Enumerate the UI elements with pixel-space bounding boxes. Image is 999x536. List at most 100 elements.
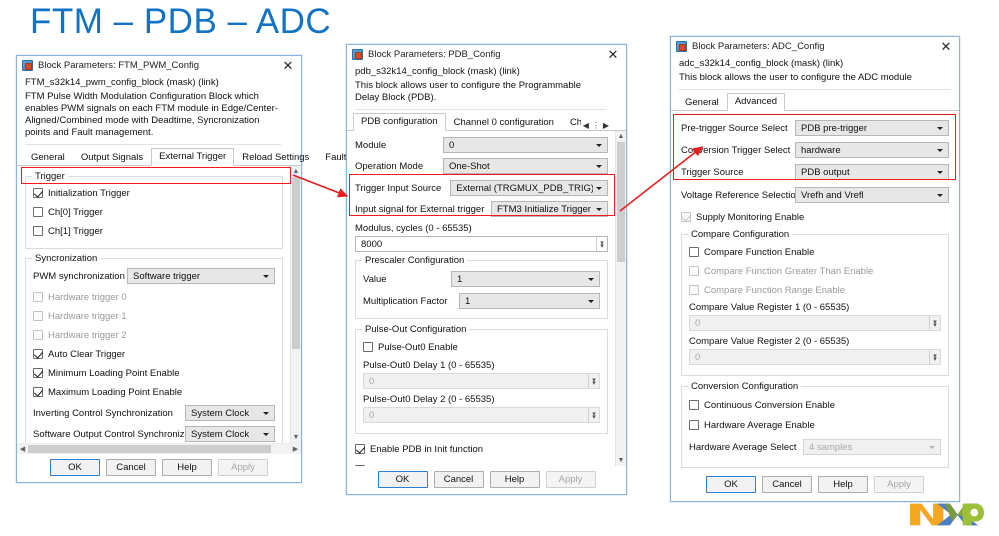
tab-scroll-right-icon[interactable]: ▶ <box>602 121 610 130</box>
tab-output-signals[interactable]: Output Signals <box>73 149 151 166</box>
compare-value-register-2-input[interactable]: 0 ▾ ▾ <box>689 349 941 365</box>
pwm-synchronization-select[interactable]: Software trigger <box>127 268 275 284</box>
checkbox-show-advanced-options[interactable]: Show Advanced Options <box>355 462 608 466</box>
field-label: Trigger Input Source <box>355 182 442 194</box>
checkbox-ch1-trigger[interactable]: Ch[1] Trigger <box>33 223 275 239</box>
checkbox-hardware-trigger-0[interactable]: Hardware trigger 0 <box>33 289 275 305</box>
hardware-average-select[interactable]: 4 samples <box>803 439 941 455</box>
checkbox-icon[interactable] <box>33 226 43 236</box>
pulse-out0-delay2-input[interactable]: 0 ▾ ▾ <box>363 407 600 423</box>
checkbox-label: Hardware trigger 0 <box>48 291 127 303</box>
scroll-thumb[interactable] <box>292 177 300 349</box>
cancel-button[interactable]: Cancel <box>433 471 484 488</box>
checkbox-icon[interactable] <box>689 420 699 430</box>
pulse-out0-delay1-input[interactable]: 0 ▾ ▾ <box>363 373 600 389</box>
field-compare-value-register-1: 0 ▾ ▾ <box>689 315 941 331</box>
checkbox-icon[interactable] <box>33 188 43 198</box>
checkbox-minimum-loading-point-enable[interactable]: Minimum Loading Point Enable <box>33 365 275 381</box>
checkbox-icon[interactable] <box>33 349 43 359</box>
scroll-left-icon[interactable]: ◀ <box>17 444 28 454</box>
scroll-down-icon[interactable]: ▼ <box>291 432 301 443</box>
conversion-group-label: Conversion Configuration <box>688 381 802 392</box>
scroll-down-icon[interactable]: ▼ <box>616 455 626 466</box>
compare-value-register-1-input[interactable]: 0 ▾ ▾ <box>689 315 941 331</box>
modulus-input[interactable]: 8000 ▾ ▾ <box>355 236 608 252</box>
checkbox-hardware-trigger-2[interactable]: Hardware trigger 2 <box>33 327 275 343</box>
multiplication-factor-select[interactable]: 1 <box>459 293 600 309</box>
tab-channel-0-configuration[interactable]: Channel 0 configuration <box>446 114 562 131</box>
scroll-track[interactable] <box>28 444 290 454</box>
scroll-track[interactable] <box>291 177 301 432</box>
tab-general[interactable]: General <box>23 149 73 166</box>
ok-button[interactable]: OK <box>377 471 428 488</box>
ftm-horizontal-scrollbar[interactable]: ◀ ▶ <box>17 443 301 454</box>
help-button[interactable]: Help <box>489 471 540 488</box>
checkbox-enable-pdb-in-init-function[interactable]: Enable PDB in Init function <box>355 441 608 457</box>
pre-trigger-source-select[interactable]: PDB pre-trigger <box>795 120 949 136</box>
trigger-source-select[interactable]: PDB output <box>795 164 949 180</box>
checkbox-hardware-trigger-1[interactable]: Hardware trigger 1 <box>33 308 275 324</box>
checkbox-compare-function-range-enable[interactable]: Compare Function Range Enable <box>689 282 941 298</box>
software-output-control-synchronization-select[interactable]: System Clock <box>185 426 275 442</box>
trigger-input-source-select[interactable]: External (TRGMUX_PDB_TRIG) <box>450 180 608 196</box>
module-select[interactable]: 0 <box>443 137 608 153</box>
checkbox-auto-clear-trigger[interactable]: Auto Clear Trigger <box>33 346 275 362</box>
scroll-thumb[interactable] <box>28 445 271 453</box>
cancel-button[interactable]: Cancel <box>106 459 156 476</box>
tab-general[interactable]: General <box>677 94 727 111</box>
checkbox-initialization-trigger[interactable]: Initialization Trigger <box>33 185 275 201</box>
scroll-track[interactable] <box>616 142 626 455</box>
checkbox-supply-monitoring-enable[interactable]: Supply Monitoring Enable <box>681 209 949 225</box>
scroll-thumb[interactable] <box>617 142 625 262</box>
checkbox-icon[interactable] <box>355 444 365 454</box>
ok-button[interactable]: OK <box>706 476 756 493</box>
checkbox-icon[interactable] <box>33 368 43 378</box>
close-icon[interactable]: ✕ <box>277 57 299 74</box>
checkbox-icon[interactable] <box>689 247 699 257</box>
conversion-trigger-select[interactable]: hardware <box>795 142 949 158</box>
checkbox-maximum-loading-point-enable[interactable]: Maximum Loading Point Enable <box>33 384 275 400</box>
checkbox-continuous-conversion-enable[interactable]: Continuous Conversion Enable <box>689 397 941 413</box>
scroll-up-icon[interactable]: ▲ <box>616 131 626 142</box>
inverting-control-synchronization-select[interactable]: System Clock <box>185 405 275 421</box>
tab-scroll-controls[interactable]: ◀ ⋮ ▶ <box>582 121 612 130</box>
input-signal-external-trigger-select[interactable]: FTM3 Initialize Trigger <box>491 201 608 217</box>
ok-button[interactable]: OK <box>50 459 100 476</box>
stepper-icon[interactable]: ▾ ▾ <box>588 374 599 388</box>
checkbox-hardware-average-enable[interactable]: Hardware Average Enable <box>689 417 941 433</box>
tab-scroll-list-icon[interactable]: ⋮ <box>591 121 601 130</box>
stepper-icon[interactable]: ▾ ▾ <box>929 350 940 364</box>
checkbox-icon[interactable] <box>355 465 365 466</box>
tab-advanced[interactable]: Advanced <box>726 93 786 111</box>
checkbox-ch0-trigger[interactable]: Ch[0] Trigger <box>33 204 275 220</box>
input-value: 0 <box>369 375 375 387</box>
tab-pdb-configuration[interactable]: PDB configuration <box>353 113 446 131</box>
scroll-right-icon[interactable]: ▶ <box>290 444 301 454</box>
help-button[interactable]: Help <box>818 476 868 493</box>
pdb-button-bar: OK Cancel Help Apply <box>347 466 626 494</box>
stepper-icon[interactable]: ▾ ▾ <box>596 237 607 251</box>
voltage-reference-selection-select[interactable]: Vrefh and Vrefl <box>795 187 949 203</box>
tab-reload-settings[interactable]: Reload Settings <box>234 149 317 166</box>
checkbox-pulse-out0-enable[interactable]: Pulse-Out0 Enable <box>363 339 600 355</box>
checkbox-icon[interactable] <box>363 342 373 352</box>
tab-channel-1-configuration[interactable]: Channel 1 co <box>562 114 582 131</box>
checkbox-icon[interactable] <box>33 207 43 217</box>
ftm-vertical-scrollbar[interactable]: ▲ ▼ <box>290 166 301 443</box>
scroll-up-icon[interactable]: ▲ <box>291 166 301 177</box>
checkbox-compare-function-greater-than-enable[interactable]: Compare Function Greater Than Enable <box>689 263 941 279</box>
close-icon[interactable]: ✕ <box>935 38 957 55</box>
tab-scroll-left-icon[interactable]: ◀ <box>582 121 590 130</box>
close-icon[interactable]: ✕ <box>602 46 624 63</box>
checkbox-compare-function-enable[interactable]: Compare Function Enable <box>689 244 941 260</box>
stepper-icon[interactable]: ▾ ▾ <box>929 316 940 330</box>
cancel-button[interactable]: Cancel <box>762 476 812 493</box>
tab-external-trigger[interactable]: External Trigger <box>151 148 235 166</box>
pdb-vertical-scrollbar[interactable]: ▲ ▼ <box>615 131 626 466</box>
operation-mode-select[interactable]: One-Shot <box>443 158 608 174</box>
stepper-icon[interactable]: ▾ ▾ <box>588 408 599 422</box>
help-button[interactable]: Help <box>162 459 212 476</box>
checkbox-icon[interactable] <box>33 387 43 397</box>
checkbox-icon[interactable] <box>689 400 699 410</box>
prescaler-value-select[interactable]: 1 <box>451 271 600 287</box>
